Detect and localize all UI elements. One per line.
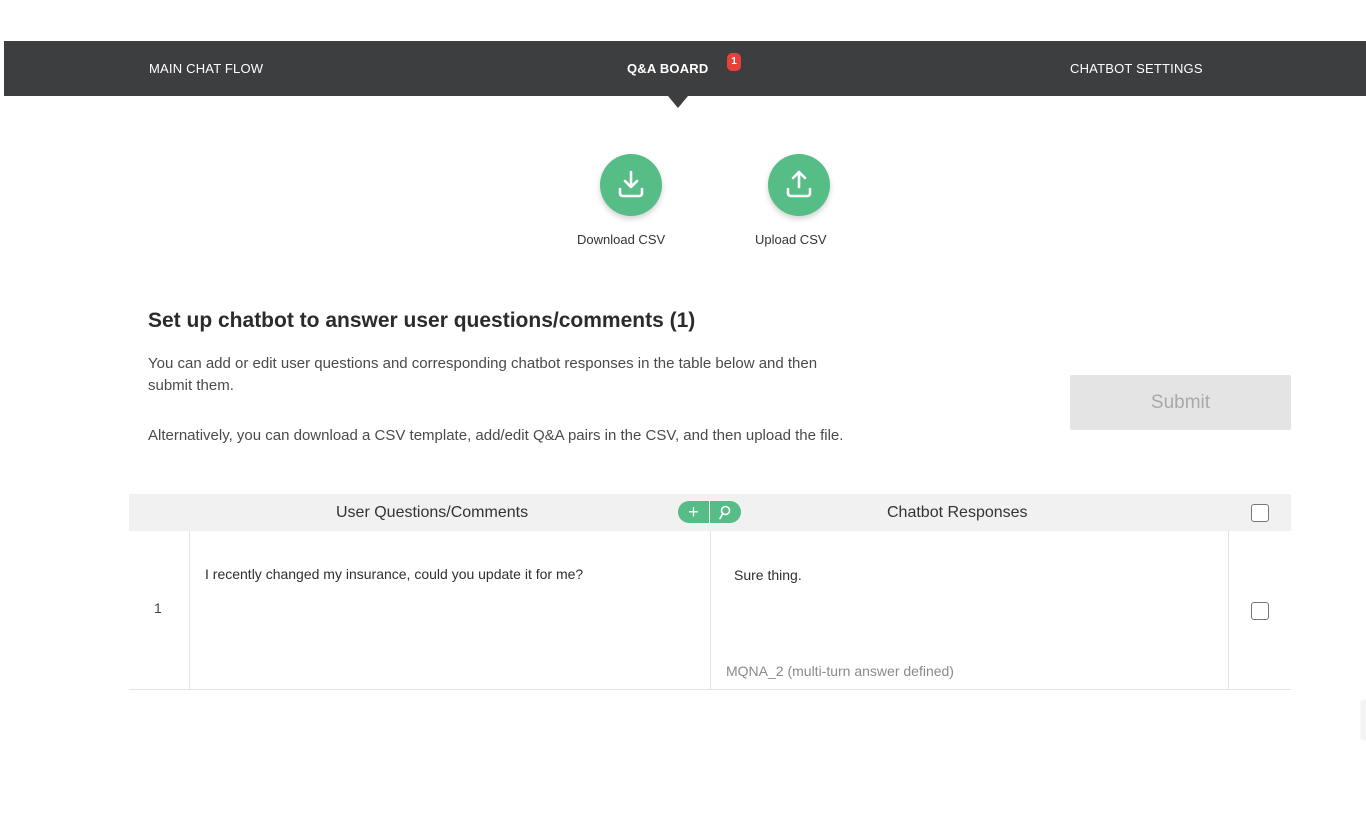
nav-qa-board[interactable]: Q&A BOARD xyxy=(627,41,708,96)
download-icon xyxy=(618,170,644,198)
response-text: Sure thing. xyxy=(734,567,802,583)
upload-csv-button[interactable] xyxy=(768,154,830,216)
select-all-checkbox[interactable] xyxy=(1251,504,1269,522)
download-csv-button[interactable] xyxy=(600,154,662,216)
row-number: 1 xyxy=(154,600,162,616)
upload-csv-label: Upload CSV xyxy=(755,232,827,247)
nav-chatbot-settings[interactable]: CHATBOT SETTINGS xyxy=(1070,41,1203,96)
section-description: You can add or edit user questions and c… xyxy=(148,355,818,394)
download-csv-label: Download CSV xyxy=(577,232,666,247)
plus-icon: + xyxy=(688,502,699,522)
side-panel-tab[interactable] xyxy=(1362,700,1366,740)
qa-board-page: MAIN CHAT FLOW Q&A BOARD 1 CHATBOT SETTI… xyxy=(0,0,1366,813)
add-row-button[interactable]: + xyxy=(678,501,709,523)
table-row: 1 I recently changed my insurance, could… xyxy=(129,531,1291,690)
submit-button[interactable]: Submit xyxy=(1070,375,1291,430)
nav-main-chat-flow[interactable]: MAIN CHAT FLOW xyxy=(149,41,263,96)
column-header-responses: Chatbot Responses xyxy=(887,504,1028,521)
response-cell[interactable]: Sure thing. MQNA_2 (multi-turn answer de… xyxy=(710,531,1229,689)
top-nav: MAIN CHAT FLOW Q&A BOARD 1 CHATBOT SETTI… xyxy=(4,41,1366,96)
column-header-questions: User Questions/Comments xyxy=(336,504,529,521)
search-icon xyxy=(719,505,731,520)
row-checkbox[interactable] xyxy=(1251,602,1269,620)
header-action-group: + xyxy=(678,501,741,523)
notification-badge: 1 xyxy=(727,53,741,71)
search-button[interactable] xyxy=(710,501,741,523)
multi-turn-note: MQNA_2 (multi-turn answer defined) xyxy=(726,663,954,679)
table-header: User Questions/Comments + Chatbot Respon… xyxy=(129,494,1291,531)
question-text: I recently changed my insurance, could y… xyxy=(205,566,584,582)
section-description-alt: Alternatively, you can download a CSV te… xyxy=(148,427,844,444)
active-tab-pointer xyxy=(668,96,688,108)
section-title: Set up chatbot to answer user questions/… xyxy=(148,309,696,332)
question-cell[interactable]: I recently changed my insurance, could y… xyxy=(189,531,711,689)
upload-icon xyxy=(786,170,812,198)
